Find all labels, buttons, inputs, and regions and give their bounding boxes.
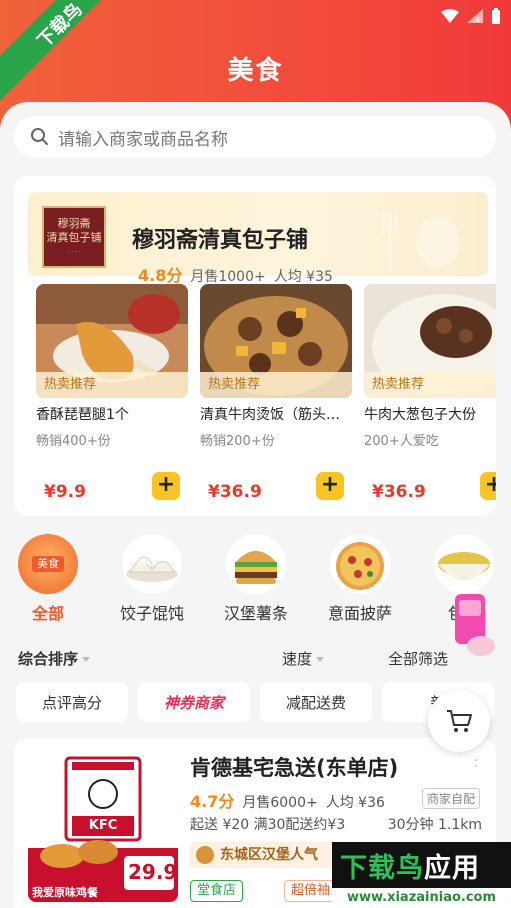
promo-tag: 超倍袖	[284, 880, 338, 902]
item-sales: 畅销200+份	[200, 434, 275, 449]
more-options-icon[interactable]: · ·	[474, 754, 478, 774]
caret-down-icon	[316, 657, 325, 662]
store-sales: 月售1000+	[190, 269, 266, 285]
soup-bowl-icon	[434, 534, 494, 594]
filter-reduced-delivery[interactable]: 减配送费	[260, 682, 372, 722]
burger-icon	[226, 534, 286, 594]
cart-icon	[447, 710, 472, 732]
sort-row: 综合排序 速度 全部筛选	[18, 648, 498, 670]
add-to-cart-button[interactable]: +	[316, 472, 344, 500]
store-item[interactable]: 热卖推荐 香酥琵琶腿1个 畅销400+份 ¥9.9 +	[36, 284, 188, 504]
kfc-promo-text: 我爱原味鸡餐	[32, 886, 98, 899]
signal-icon: x	[467, 9, 483, 23]
svg-text:x: x	[475, 15, 481, 23]
item-image-chicken-leg: 热卖推荐	[36, 284, 188, 398]
featured-store-card[interactable]: 穆羽斋 清真包子铺 · · · · 穆羽斋清真包子铺 4.8分 月售1000+ …	[14, 176, 496, 516]
kfc-delivery-info: 起送 ¥20 满30配送约¥3	[190, 817, 346, 833]
kfc-rank-badge: 东城区汉堡人气	[190, 842, 340, 868]
add-to-cart-button[interactable]: +	[480, 472, 496, 500]
item-price: ¥9.9	[44, 482, 86, 502]
add-to-cart-button[interactable]: +	[152, 472, 180, 500]
filter-top-rated[interactable]: 点评高分	[16, 682, 128, 722]
item-image-beef-rice: 热卖推荐	[200, 284, 352, 398]
pizza-icon	[330, 534, 390, 594]
filter-super-coupon[interactable]: 神券商家	[138, 682, 250, 722]
store-item[interactable]: 热卖推荐 清真牛肉烫饭（筋头… 畅销200+份 ¥36.9 +	[200, 284, 352, 504]
item-name: 清真牛肉烫饭（筋头…	[200, 407, 340, 423]
store-items-list: 热卖推荐 香酥琵琶腿1个 畅销400+份 ¥9.9 + 热卖推荐 清真牛肉烫饭（…	[36, 284, 496, 504]
food-bag-icon: 美食	[18, 534, 78, 594]
item-name: 香酥琵琶腿1个	[36, 407, 129, 423]
store-avg-price: 人均 ¥35	[273, 269, 333, 285]
store-header[interactable]: 穆羽斋 清真包子铺 · · · · 穆羽斋清真包子铺 4.8分 月售1000+ …	[28, 192, 488, 285]
site-watermark: 下载鸟应用 www.xiazainiao.com	[332, 842, 511, 908]
store-rating: 4.8分	[138, 266, 183, 285]
store-name[interactable]: 穆羽斋清真包子铺	[132, 222, 308, 254]
search-input[interactable]: 请输入商家或商品名称	[14, 116, 496, 158]
cart-button[interactable]	[428, 690, 490, 752]
sort-all-filters[interactable]: 全部筛选	[388, 648, 448, 669]
category-row: 美食 全部 饺子馄饨 汉堡薯条 意面披萨	[16, 534, 511, 624]
dine-in-tag: 堂食店	[190, 880, 244, 902]
item-price: ¥36.9	[372, 482, 426, 502]
item-price: ¥36.9	[208, 482, 262, 502]
kfc-store-image: KFC 我爱原味鸡餐 29.9	[28, 752, 178, 902]
sort-speed[interactable]: 速度	[282, 648, 325, 669]
page-title: 美食	[227, 56, 284, 86]
cutlery-icon	[382, 212, 460, 272]
search-icon	[31, 128, 48, 145]
category-burgers[interactable]: 汉堡薯条	[224, 534, 288, 624]
item-image-beef-bun: 热卖推荐	[364, 284, 496, 398]
dumpling-icon	[122, 534, 182, 594]
kfc-promo-price: 29.9	[128, 860, 178, 884]
promo-floating-badge[interactable]	[451, 590, 497, 662]
battery-icon	[492, 8, 500, 24]
item-name: 牛肉大葱包子大份	[364, 407, 476, 423]
item-sales: 畅销400+份	[36, 434, 111, 449]
item-sales: 200+人爱吃	[364, 434, 439, 449]
kfc-sales: 月售6000+	[242, 795, 318, 811]
category-pasta-pizza[interactable]: 意面披萨	[328, 534, 392, 624]
kfc-eta: 30分钟 1.1km	[387, 817, 482, 833]
kfc-rating: 4.7分	[190, 792, 235, 811]
store-item[interactable]: 热卖推荐 牛肉大葱包子大份 200+人爱吃 ¥36.9 +	[364, 284, 496, 504]
delivery-type-badge: 商家自配	[421, 788, 480, 809]
search-placeholder: 请输入商家或商品名称	[58, 129, 228, 150]
kfc-logo-text: KFC	[88, 818, 118, 833]
category-all[interactable]: 美食 全部	[16, 534, 80, 624]
caret-down-icon	[82, 657, 91, 662]
store-logo: 穆羽斋 清真包子铺 · · · ·	[42, 206, 106, 268]
sort-comprehensive[interactable]: 综合排序	[18, 648, 91, 669]
rank-medal-icon	[196, 846, 214, 864]
wifi-icon	[441, 9, 459, 23]
store-meta: 4.8分 月售1000+ 人均 ¥35	[138, 262, 333, 286]
kfc-avg-price: 人均 ¥36	[325, 795, 385, 811]
kfc-store-name[interactable]: 肯德基宅急送(东单店)	[190, 752, 398, 782]
category-dumplings[interactable]: 饺子馄饨	[120, 534, 184, 624]
